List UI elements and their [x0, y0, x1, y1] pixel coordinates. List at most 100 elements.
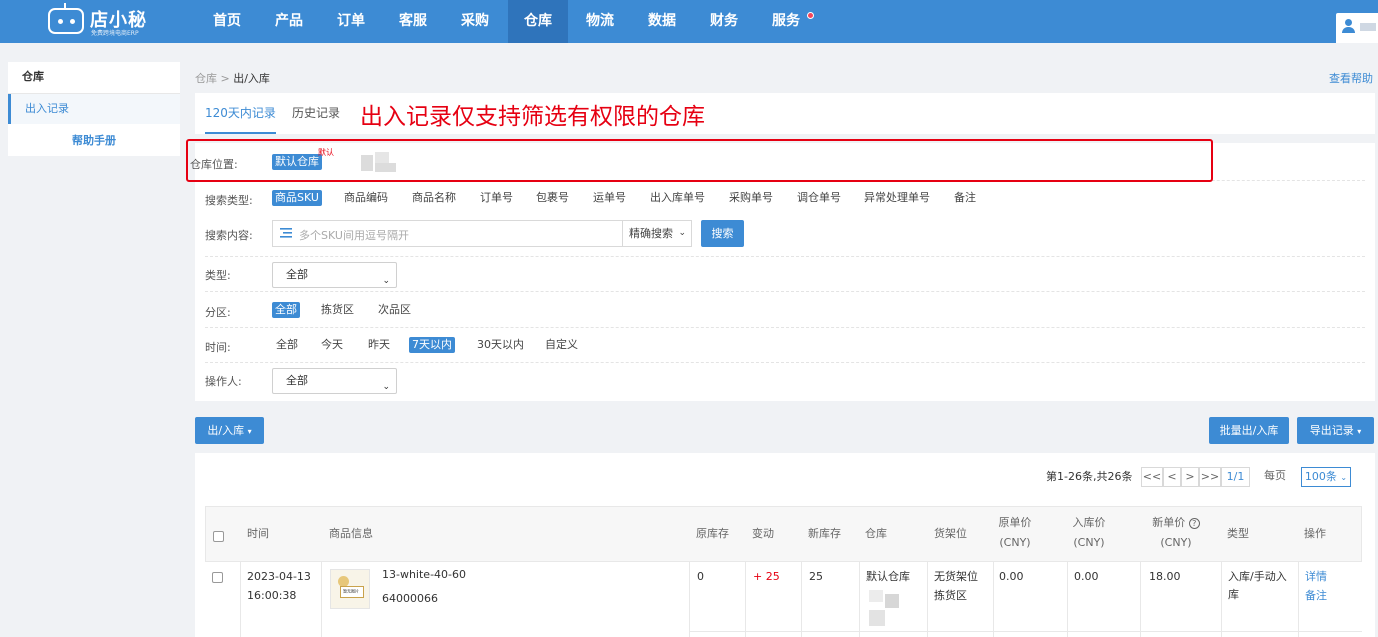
operator-select[interactable]: 全部 ⌄ [272, 368, 397, 394]
zone-picking[interactable]: 拣货区 [318, 302, 357, 318]
col-old-stock: 原库存 [696, 527, 729, 540]
col-shelf: 货架位 [934, 527, 967, 540]
row-old-price: 0.00 [999, 570, 1024, 583]
row-detail-link[interactable]: 详情 [1305, 568, 1327, 586]
time-7-days[interactable]: 7天以内 [409, 337, 455, 353]
user-menu[interactable] [1336, 13, 1378, 43]
top-nav: 店小秘 免费跨境电商ERP 首页 产品 订单 客服 采购 仓库 物流 数据 财务… [0, 0, 1378, 43]
time-today[interactable]: 今天 [318, 337, 346, 353]
col-type: 类型 [1227, 527, 1249, 540]
tab-history[interactable]: 历史记录 [292, 93, 340, 134]
sidebar-title: 仓库 [8, 62, 180, 94]
pager-per-select[interactable]: 100条 ⌄ [1301, 467, 1351, 487]
breadcrumb-sep: > [220, 72, 230, 85]
time-custom[interactable]: 自定义 [542, 337, 581, 353]
nav-home[interactable]: 首页 [203, 0, 251, 43]
time-30-days[interactable]: 30天以内 [474, 337, 527, 353]
search-input[interactable]: 多个SKU间用逗号隔开 精确搜索 ⌄ [272, 220, 692, 247]
col-new-price: 新单价 ? (CNY) [1146, 513, 1206, 553]
row-sku[interactable]: 13-white-40-60 [382, 566, 466, 584]
search-button[interactable]: 搜索 [701, 220, 744, 247]
row-bottom-line [689, 631, 1362, 632]
nav-finance[interactable]: 财务 [700, 0, 748, 43]
search-mode-select[interactable]: 精确搜索 ⌄ [622, 221, 692, 246]
redacted-area [869, 610, 885, 626]
row-old-stock: 0 [697, 570, 704, 583]
search-type-sku[interactable]: 商品SKU [272, 190, 322, 206]
divider [205, 291, 1365, 292]
help-circle-icon[interactable]: ? [1188, 518, 1200, 529]
inout-dropdown-button[interactable]: 出/入库 ▾ [195, 417, 264, 444]
col-separator [1221, 562, 1222, 637]
caret-down-icon: ▾ [1357, 427, 1362, 436]
pager-first[interactable]: << [1141, 467, 1163, 487]
col-old-price: 原单价 (CNY) [998, 516, 1032, 549]
breadcrumb-current: 出/入库 [233, 72, 270, 85]
pager-summary: 第1-26条,共26条 [1046, 470, 1133, 483]
nav-warehouse[interactable]: 仓库 [508, 0, 568, 43]
caret-down-icon: ▾ [247, 427, 252, 436]
batch-inout-button[interactable]: 批量出/入库 [1209, 417, 1289, 444]
annotation-highlight-box [186, 139, 1213, 182]
redacted-area [885, 594, 899, 608]
sidebar-item-records[interactable]: 出入记录 [8, 94, 180, 124]
nav-logistics[interactable]: 物流 [576, 0, 624, 43]
search-type-package[interactable]: 包裹号 [533, 190, 572, 206]
select-all-checkbox[interactable] [213, 531, 224, 542]
search-type-exception-no[interactable]: 异常处理单号 [861, 190, 933, 206]
search-type-order[interactable]: 订单号 [477, 190, 516, 206]
col-separator [321, 562, 322, 637]
col-separator [1140, 562, 1141, 637]
row-time: 16:00:38 [247, 589, 297, 602]
row-checkbox[interactable] [212, 572, 223, 583]
search-content-label: 搜索内容: [205, 229, 253, 242]
pager-prev[interactable]: < [1163, 467, 1181, 487]
logo[interactable]: 店小秘 免费跨境电商ERP [48, 3, 168, 38]
filter-row-time: 时间: 全部 今天 昨天 7天以内 30天以内 自定义 [195, 328, 1375, 362]
zone-defective[interactable]: 次品区 [375, 302, 414, 318]
search-type-purchase-no[interactable]: 采购单号 [726, 190, 776, 206]
row-new-price: 18.00 [1149, 570, 1181, 583]
col-separator [1298, 562, 1299, 637]
warehouse-default-note: 默认 [318, 148, 334, 157]
breadcrumb: 仓库 > 出/入库 [195, 70, 270, 86]
zone-all[interactable]: 全部 [272, 302, 300, 318]
search-type-remark[interactable]: 备注 [951, 190, 979, 206]
row-zone: 拣货区 [934, 589, 967, 602]
nav-purchase[interactable]: 采购 [451, 0, 499, 43]
search-type-transfer-no[interactable]: 调仓单号 [794, 190, 844, 206]
search-type-name[interactable]: 商品名称 [409, 190, 459, 206]
notification-dot [807, 12, 814, 19]
nav-products[interactable]: 产品 [265, 0, 313, 43]
search-type-code[interactable]: 商品编码 [341, 190, 391, 206]
pager-page[interactable]: 1/1 [1221, 467, 1250, 487]
pager-next[interactable]: > [1181, 467, 1199, 487]
row-remark-link[interactable]: 备注 [1305, 587, 1327, 605]
time-yesterday[interactable]: 昨天 [365, 337, 393, 353]
chevron-down-icon: ⌄ [678, 228, 686, 238]
sidebar-help-manual[interactable]: 帮助手册 [8, 126, 180, 156]
nav-services[interactable]: 服务 [762, 0, 810, 43]
export-records-button[interactable]: 导出记录 ▾ [1297, 417, 1374, 444]
tab-120-days[interactable]: 120天内记录 [205, 93, 276, 134]
col-time: 时间 [247, 527, 269, 540]
pager-last[interactable]: >> [1199, 467, 1221, 487]
time-all[interactable]: 全部 [273, 337, 301, 353]
nav-service[interactable]: 客服 [389, 0, 437, 43]
nav-data[interactable]: 数据 [638, 0, 686, 43]
chevron-down-icon: ⌄ [382, 276, 390, 286]
brand-tagline: 免费跨境电商ERP [91, 30, 139, 37]
help-link[interactable]: 查看帮助 [1329, 70, 1373, 86]
row-warehouse: 默认仓库 [866, 570, 910, 583]
nav-orders[interactable]: 订单 [327, 0, 375, 43]
product-thumbnail[interactable]: 暂无图片 [330, 569, 370, 609]
chevron-down-icon: ⌄ [1340, 473, 1348, 482]
col-in-price: 入库价 (CNY) [1072, 516, 1106, 549]
row-change: + 25 [753, 570, 780, 583]
col-warehouse: 仓库 [865, 527, 887, 540]
search-type-inout-no[interactable]: 出入库单号 [647, 190, 708, 206]
chevron-down-icon: ⌄ [382, 382, 390, 392]
search-type-waybill[interactable]: 运单号 [590, 190, 629, 206]
breadcrumb-root[interactable]: 仓库 [195, 72, 217, 85]
type-select[interactable]: 全部 ⌄ [272, 262, 397, 288]
